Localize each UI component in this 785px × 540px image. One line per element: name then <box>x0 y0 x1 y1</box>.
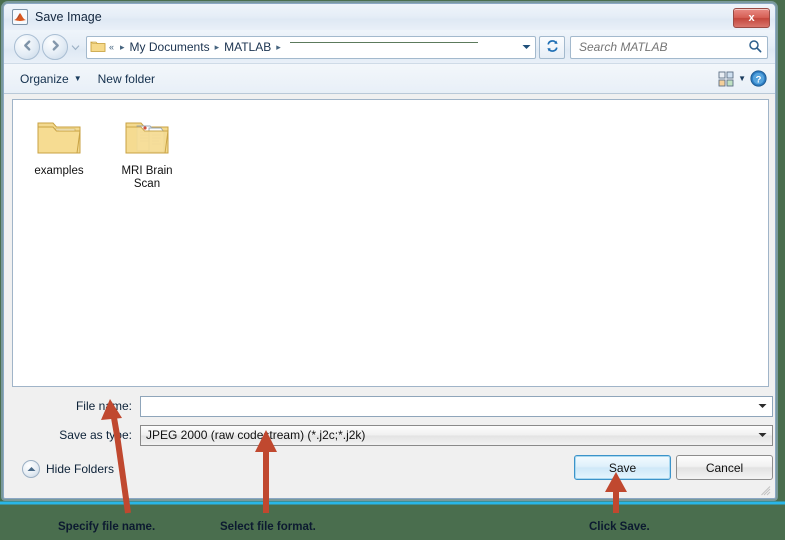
file-item-mri-brain-scan[interactable]: MRI Brain Scan <box>107 112 187 191</box>
forward-button[interactable] <box>42 34 68 60</box>
filename-row: File name: <box>4 394 775 418</box>
filename-input[interactable] <box>145 398 752 414</box>
hide-folders-label: Hide Folders <box>46 462 115 476</box>
chevron-up-icon <box>22 460 40 478</box>
breadcrumb-item-my-documents[interactable]: My Documents <box>128 40 212 54</box>
window-title: Save Image <box>35 10 102 24</box>
hide-folders-button[interactable]: Hide Folders <box>22 460 114 478</box>
filetype-value: JPEG 2000 (raw codestream) (*.j2c;*.j2k) <box>146 428 366 442</box>
help-icon: ? <box>750 70 767 87</box>
save-button-label: Save <box>608 460 637 475</box>
file-item-label: MRI Brain Scan <box>121 165 173 190</box>
search-box[interactable] <box>570 35 768 59</box>
svg-text:?: ? <box>756 74 762 85</box>
chevron-down-icon: ▼ <box>73 74 82 83</box>
annotation-label-filename: Specify file name. <box>58 521 156 533</box>
chevron-down-icon <box>758 404 766 408</box>
filetype-select[interactable]: JPEG 2000 (raw codestream) (*.j2c;*.j2k) <box>140 424 773 446</box>
refresh-button[interactable] <box>539 35 565 59</box>
chevron-down-icon <box>71 40 80 54</box>
breadcrumb-separator-2: ▸ <box>276 41 281 52</box>
new-folder-label: New folder <box>97 71 155 86</box>
annotation-label-filetype: Select file format. <box>220 521 316 533</box>
filename-label: File name: <box>75 399 132 413</box>
breadcrumb-item-matlab[interactable]: MATLAB <box>222 40 273 54</box>
address-bar[interactable]: « ▸ My Documents ▸ MATLAB ▸ <box>86 35 536 59</box>
save-image-dialog: Save Image x « ▸ My Documents ▸ MATLAB ▸… <box>3 3 776 499</box>
annotation-label-save: Click Save. <box>589 521 650 533</box>
save-form: File name: Save as type: JPEG 2000 (raw … <box>4 394 775 452</box>
address-dropdown-button[interactable] <box>518 44 535 50</box>
folder-icon <box>35 116 83 161</box>
filetype-label: Save as type: <box>59 428 132 442</box>
file-list: examples MRI Brain Scan <box>19 112 762 191</box>
file-list-pane[interactable]: examples MRI Brain Scan <box>12 99 769 387</box>
organize-label: Organize <box>20 71 69 86</box>
title-bar: Save Image x <box>4 4 775 31</box>
breadcrumb-overflow[interactable]: « <box>106 42 117 52</box>
cancel-button[interactable]: Cancel <box>676 455 773 480</box>
breadcrumb-empty-area[interactable] <box>284 37 518 58</box>
matlab-icon <box>12 9 28 25</box>
close-button[interactable]: x <box>733 8 770 28</box>
file-item-examples[interactable]: examples <box>19 112 99 191</box>
breadcrumb-separator-1: ▸ <box>214 41 220 52</box>
close-icon: x <box>748 12 755 24</box>
navigation-bar: « ▸ My Documents ▸ MATLAB ▸ <box>4 31 775 63</box>
refresh-icon <box>545 39 560 56</box>
save-button[interactable]: Save <box>574 455 671 480</box>
toolbar-right-group: ▼ ? <box>718 70 767 87</box>
history-dropdown-button[interactable] <box>69 37 81 57</box>
search-icon <box>748 39 762 56</box>
forward-arrow-icon <box>49 39 62 55</box>
chevron-down-icon <box>522 45 531 49</box>
folder-icon <box>89 39 106 56</box>
filetype-dropdown-button[interactable] <box>752 432 772 438</box>
resize-grip-icon[interactable] <box>761 485 771 496</box>
dialog-footer: Hide Folders Save Cancel <box>4 448 775 498</box>
view-mode-dropdown-icon[interactable]: ▼ <box>738 74 746 83</box>
search-input[interactable] <box>577 39 748 55</box>
command-toolbar: Organize ▼ New folder ▼ ? <box>4 63 775 94</box>
chevron-down-icon <box>758 433 766 437</box>
back-button[interactable] <box>14 34 40 60</box>
filename-field[interactable] <box>140 395 773 417</box>
help-button[interactable]: ? <box>750 70 767 87</box>
cancel-button-label: Cancel <box>705 460 744 475</box>
filename-dropdown-button[interactable] <box>752 403 772 409</box>
organize-button[interactable]: Organize ▼ <box>12 70 90 88</box>
new-folder-button[interactable]: New folder <box>90 70 163 88</box>
breadcrumb-separator-0: ▸ <box>120 41 125 52</box>
filetype-row: Save as type: JPEG 2000 (raw codestream)… <box>4 423 775 447</box>
back-arrow-icon <box>21 39 34 55</box>
view-mode-icon[interactable] <box>718 71 734 87</box>
folder-documents-icon <box>123 116 171 161</box>
file-item-label: examples <box>34 165 84 177</box>
